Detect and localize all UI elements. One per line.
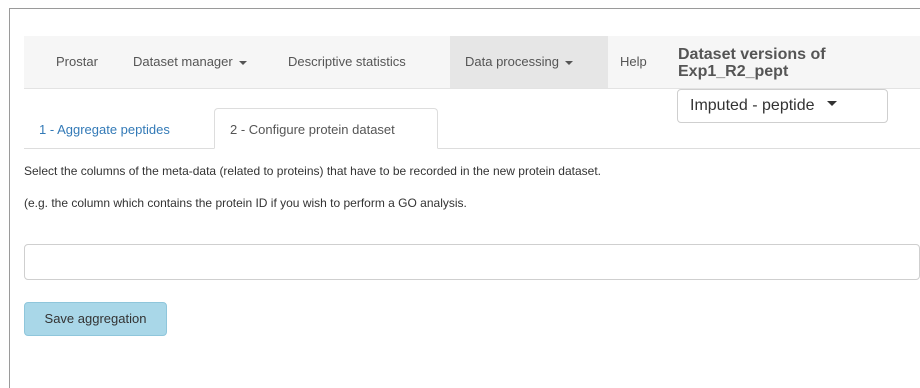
nav-dataset-manager-label: Dataset manager — [133, 54, 233, 69]
tab-configure-protein-dataset[interactable]: 2 - Configure protein dataset — [214, 108, 438, 149]
dataset-version-select[interactable]: Imputed - peptide — [677, 89, 888, 123]
nav-descriptive-statistics[interactable]: Descriptive statistics — [273, 36, 449, 88]
chevron-down-icon — [238, 60, 247, 65]
nav-help-label: Help — [620, 54, 647, 69]
save-aggregation-label: Save aggregation — [44, 311, 147, 326]
metadata-columns-select[interactable] — [24, 244, 920, 280]
example-text: (e.g. the column which contains the prot… — [24, 196, 467, 210]
dataset-versions-title-line1: Dataset versions of — [678, 46, 826, 63]
tab-aggregate-peptides-label: 1 - Aggregate peptides — [39, 122, 170, 137]
nav-descriptive-statistics-label: Descriptive statistics — [288, 54, 406, 69]
tab-configure-protein-dataset-label: 2 - Configure protein dataset — [230, 122, 395, 137]
instruction-text: Select the columns of the meta-data (rel… — [24, 164, 602, 178]
nav-prostar[interactable]: Prostar — [24, 36, 118, 88]
chevron-down-icon — [564, 60, 573, 65]
nav-dataset-manager[interactable]: Dataset manager — [118, 36, 273, 88]
save-aggregation-button[interactable]: Save aggregation — [24, 302, 167, 336]
dataset-versions-title: Dataset versions of Exp1_R2_pept — [678, 46, 898, 80]
dataset-versions-title-line2: Exp1_R2_pept — [678, 63, 789, 80]
nav-data-processing[interactable]: Data processing — [450, 36, 608, 88]
tab-aggregate-peptides[interactable]: 1 - Aggregate peptides — [24, 110, 208, 149]
dataset-version-select-value: Imputed - peptide — [690, 97, 815, 114]
nav-data-processing-label: Data processing — [465, 54, 559, 69]
nav-help[interactable]: Help — [608, 36, 660, 88]
chevron-down-icon — [826, 101, 837, 107]
nav-prostar-label: Prostar — [56, 54, 98, 69]
